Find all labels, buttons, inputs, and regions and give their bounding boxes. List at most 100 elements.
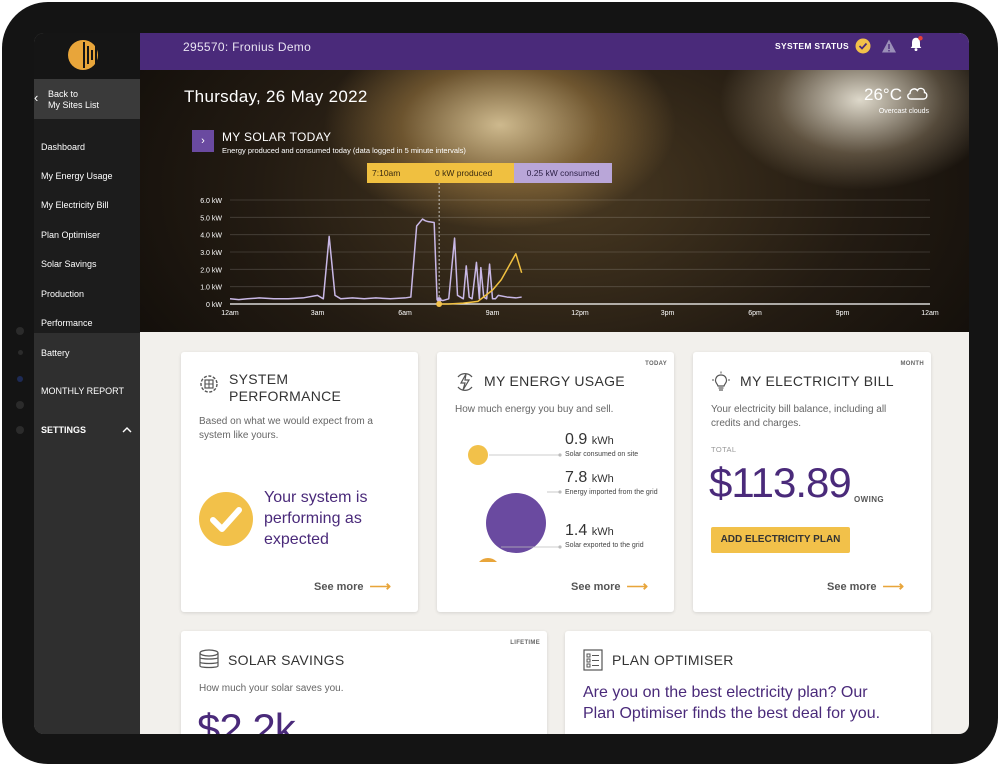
bubble-grid-imported xyxy=(486,493,546,553)
y-tick-label: 2.0 kW xyxy=(200,267,222,274)
card-desc-line2: system like yours. xyxy=(199,430,279,441)
owing-label: OWING xyxy=(854,495,884,504)
card-title: PLAN OPTIMISER xyxy=(612,652,734,668)
check-circle-icon xyxy=(199,492,253,546)
y-tick-label: 3.0 kW xyxy=(200,250,222,257)
sidebar-item-solar-savings[interactable]: Solar Savings xyxy=(41,259,97,269)
sidebar: ‹ Back to My Sites List Dashboard My Ene… xyxy=(34,33,140,734)
hero-section: Thursday, 26 May 2022 26°C Overcast clou… xyxy=(140,70,969,332)
x-tick-label: 9pm xyxy=(836,310,850,317)
notification-bell-icon[interactable] xyxy=(908,36,924,52)
sidebar-item-battery[interactable]: Battery xyxy=(41,348,70,358)
usage-value: 1.4 xyxy=(565,522,588,539)
solar-chart[interactable]: 6.0 kW 5.0 kW 4.0 kW 3.0 kW 2.0 kW 1.0 kW 0 kW… xyxy=(140,70,969,332)
see-more-link[interactable]: See more ⟶ xyxy=(827,576,905,595)
energy-usage-card[interactable]: TODAY MY ENERGY USAGE How much energy yo… xyxy=(437,352,674,612)
total-label: TOTAL xyxy=(711,445,737,454)
back-to-sites-button[interactable]: ‹ Back to My Sites List xyxy=(34,79,140,119)
see-more-link[interactable]: See more ⟶ xyxy=(571,576,649,595)
usage-unit: kWh xyxy=(591,526,614,538)
x-tick-label: 12am xyxy=(221,310,239,317)
app-screen: ‹ Back to My Sites List Dashboard My Ene… xyxy=(34,33,969,734)
x-tick-label: 3pm xyxy=(661,310,675,317)
usage-unit: kWh xyxy=(591,473,614,485)
y-tick-label: 6.0 kW xyxy=(200,198,222,205)
card-desc-line1: Your electricity bill balance, including… xyxy=(711,404,887,415)
lightbulb-icon xyxy=(712,371,730,391)
x-tick-label: 6pm xyxy=(748,310,762,317)
savings-amount: $2.2k xyxy=(197,705,296,734)
lightning-icon xyxy=(457,373,473,391)
see-more-link[interactable]: See more ⟶ xyxy=(314,576,392,595)
warning-icon[interactable] xyxy=(881,38,897,54)
coins-icon xyxy=(199,649,219,669)
back-label-line2: My Sites List xyxy=(48,100,100,110)
chevron-up-icon[interactable] xyxy=(122,426,132,434)
usage-value: 0.9 xyxy=(565,431,588,448)
plan-message-line1: Are you on the best electricity plan? Ou… xyxy=(583,684,868,701)
system-performance-card[interactable]: SYSTEM PERFORMANCE Based on what we woul… xyxy=(181,352,418,612)
card-desc-line2: credits and charges. xyxy=(711,418,802,429)
camera-dot xyxy=(16,327,24,335)
usage-label: Energy imported from the grid xyxy=(565,489,658,496)
sidebar-item-dashboard[interactable]: Dashboard xyxy=(41,142,85,152)
sidebar-item-electricity-bill[interactable]: My Electricity Bill xyxy=(41,200,109,210)
arrow-right-icon: ⟶ xyxy=(882,578,905,595)
sensor-dot xyxy=(18,350,23,355)
x-tick-label: 6am xyxy=(398,310,412,317)
usage-item: 0.9 kWh Solar consumed on site xyxy=(565,431,638,458)
system-status-label: SYSTEM STATUS xyxy=(775,41,849,51)
plan-optimiser-card[interactable]: PLAN OPTIMISER Are you on the best elect… xyxy=(565,631,931,734)
sidebar-item-plan-optimiser[interactable]: Plan Optimiser xyxy=(41,230,100,240)
y-tick-label: 5.0 kW xyxy=(200,215,222,222)
y-tick-label: 0 kW xyxy=(206,302,222,309)
bill-amount: $113.89 xyxy=(709,459,852,506)
card-title: SOLAR SAVINGS xyxy=(228,652,345,668)
status-ok-icon[interactable] xyxy=(855,38,871,54)
card-desc-line1: Based on what we would expect from a xyxy=(199,416,373,427)
sidebar-item-energy-usage[interactable]: My Energy Usage xyxy=(41,171,113,181)
x-tick-label: 3am xyxy=(311,310,325,317)
see-more-label: See more xyxy=(571,581,621,593)
camera-dot xyxy=(16,426,24,434)
cursor-point-produced xyxy=(436,301,443,307)
site-name: 295570: Fronius Demo xyxy=(183,40,312,54)
sidebar-lower-section: Battery MONTHLY REPORT SETTINGS xyxy=(34,333,140,734)
usage-unit: kWh xyxy=(591,435,614,447)
card-title-line2: PERFORMANCE xyxy=(229,388,342,404)
electricity-bill-card[interactable]: MONTH MY ELECTRICITY BILL Your electrici… xyxy=(693,352,931,612)
sensor-dot xyxy=(17,376,23,382)
sidebar-item-production[interactable]: Production xyxy=(41,289,84,299)
performance-message-line2: performing as xyxy=(264,510,362,527)
arrow-right-icon: ⟶ xyxy=(369,578,392,595)
card-title: MY ENERGY USAGE xyxy=(484,373,625,389)
usage-label: Solar exported to the grid xyxy=(565,542,644,549)
x-tick-label: 12am xyxy=(921,310,939,317)
usage-item: 1.4 kWh Solar exported to the grid xyxy=(565,522,644,549)
add-electricity-plan-button[interactable]: ADD ELECTRICITY PLAN xyxy=(711,527,850,553)
back-label-line1: Back to xyxy=(48,89,79,99)
sidebar-item-settings[interactable]: SETTINGS xyxy=(41,425,86,435)
performance-message-line3: expected xyxy=(264,531,329,548)
sidebar-item-monthly-report[interactable]: MONTHLY REPORT xyxy=(41,386,124,396)
camera-dot xyxy=(16,401,24,409)
usage-item: 7.8 kWh Energy imported from the grid xyxy=(565,469,658,496)
bubble-solar-consumed xyxy=(468,445,488,465)
arrow-right-icon: ⟶ xyxy=(626,578,649,595)
chevron-left-icon: ‹ xyxy=(34,90,39,105)
x-tick-label: 9am xyxy=(486,310,500,317)
top-bar: 295570: Fronius Demo SYSTEM STATUS xyxy=(140,33,969,70)
usage-value: 7.8 xyxy=(565,469,588,486)
card-title-line1: SYSTEM xyxy=(229,371,289,387)
usage-label: Solar consumed on site xyxy=(565,451,639,458)
card-description: How much your solar saves you. xyxy=(199,683,344,694)
see-more-label: See more xyxy=(314,581,364,593)
plan-message-line2: Plan Optimiser finds the best deal for y… xyxy=(583,705,881,722)
sidebar-item-performance[interactable]: Performance xyxy=(41,318,93,328)
card-tag: LIFETIME xyxy=(510,640,540,646)
solar-savings-card[interactable]: LIFETIME SOLAR SAVINGS How much your sol… xyxy=(181,631,547,734)
card-description: How much energy you buy and sell. xyxy=(455,404,614,415)
y-tick-label: 1.0 kW xyxy=(200,285,222,292)
bubble-solar-exported xyxy=(479,558,497,562)
logo[interactable] xyxy=(34,33,140,79)
